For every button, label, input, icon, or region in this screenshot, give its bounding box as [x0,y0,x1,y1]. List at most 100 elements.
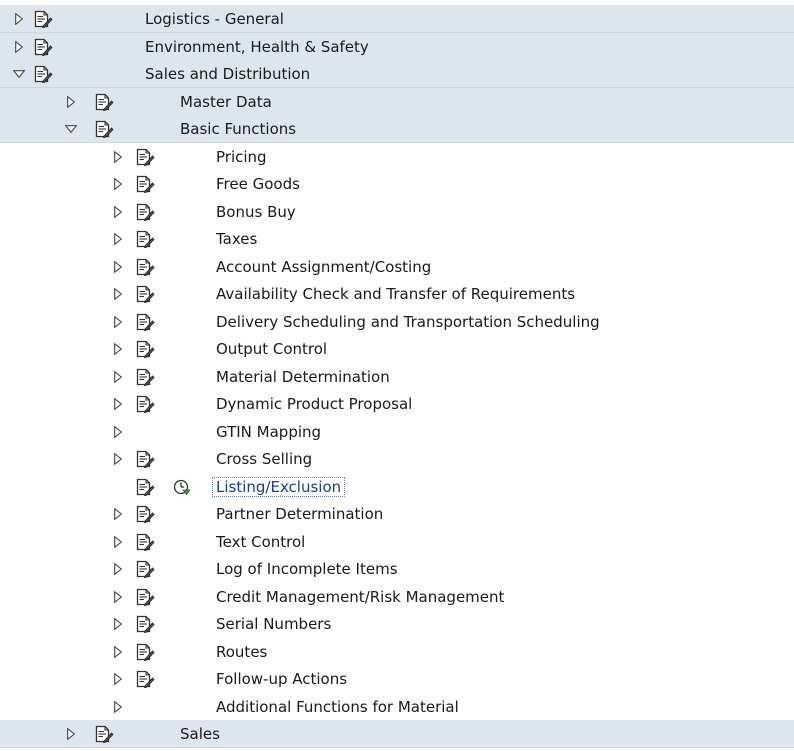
expand-triangle-icon[interactable] [111,528,125,556]
documentation-icon[interactable] [135,478,155,496]
tree-node[interactable]: Availability Check and Transfer of Requi… [0,280,794,308]
tree-node-label[interactable]: Sales [180,720,220,748]
expand-triangle-icon[interactable] [111,418,125,446]
documentation-icon[interactable] [135,588,155,606]
tree-node-label[interactable]: Dynamic Product Proposal [216,390,412,418]
tree-node[interactable]: Account Assignment/Costing [0,253,794,281]
tree-node-label[interactable]: Partner Determination [216,500,383,528]
documentation-icon[interactable] [135,368,155,386]
tree-node[interactable]: Sales [0,720,794,748]
tree-node-label[interactable]: Cross Selling [216,445,312,473]
tree-node[interactable]: Master Data [0,87,794,116]
tree-node-label[interactable]: Sales and Distribution [145,60,310,88]
tree-node-label[interactable]: Pricing [216,143,267,171]
tree-node-label[interactable]: Routes [216,638,267,666]
tree-node[interactable]: Additional Functions for Material [0,693,794,721]
tree-node[interactable]: Serial Numbers [0,610,794,638]
tree-node-label[interactable]: Availability Check and Transfer of Requi… [216,280,575,308]
tree-node[interactable]: Logistics - General [0,5,794,33]
tree-node[interactable]: Environment, Health & Safety [0,32,794,61]
expand-triangle-icon[interactable] [111,363,125,391]
documentation-icon[interactable] [94,93,114,111]
tree-node[interactable]: Cross Selling [0,445,794,473]
tree-node[interactable]: Bonus Buy [0,198,794,226]
tree-node-label[interactable]: Master Data [180,88,272,116]
expand-triangle-icon[interactable] [111,253,125,281]
tree-node[interactable]: Basic Functions [0,115,794,143]
expand-triangle-icon[interactable] [111,610,125,638]
tree-node-label[interactable]: Additional Functions for Material [216,693,459,721]
tree-node[interactable]: Log of Incomplete Items [0,555,794,583]
expand-triangle-icon[interactable] [111,335,125,363]
tree-node[interactable]: Partner Determination [0,500,794,528]
expand-triangle-icon[interactable] [111,198,125,226]
documentation-icon[interactable] [94,120,114,139]
tree-node-label[interactable]: Free Goods [216,170,300,198]
documentation-icon[interactable] [135,450,155,469]
expand-triangle-icon[interactable] [111,555,125,583]
tree-node[interactable]: Free Goods [0,170,794,198]
collapse-triangle-icon[interactable] [12,60,26,88]
documentation-icon[interactable] [135,285,155,304]
expand-triangle-icon[interactable] [111,445,125,473]
documentation-icon[interactable] [135,395,155,414]
expand-triangle-icon[interactable] [64,88,78,116]
documentation-icon[interactable] [135,560,155,579]
tree-node[interactable]: Taxes [0,225,794,253]
expand-triangle-icon[interactable] [111,390,125,418]
tree-node[interactable]: Credit Management/Risk Management [0,583,794,611]
expand-triangle-icon[interactable] [111,170,125,198]
collapse-triangle-icon[interactable] [64,115,78,143]
expand-triangle-icon[interactable] [111,280,125,308]
tree-node-label[interactable]: Bonus Buy [216,198,296,226]
tree-node[interactable]: Pricing [0,143,794,171]
documentation-icon[interactable] [33,38,53,56]
tree-node-label[interactable]: Material Determination [216,363,390,391]
documentation-icon[interactable] [135,203,155,221]
documentation-icon[interactable] [135,148,155,166]
tree-node[interactable]: Text Control [0,528,794,556]
documentation-icon[interactable] [94,725,114,744]
documentation-icon[interactable] [33,65,53,84]
tree-node[interactable]: Follow-up Actions [0,665,794,693]
tree-node-label[interactable]: Delivery Scheduling and Transportation S… [216,308,600,336]
tree-node[interactable]: Sales and Distribution [0,60,794,88]
expand-triangle-icon[interactable] [111,583,125,611]
expand-triangle-icon[interactable] [111,225,125,253]
tree-node-label[interactable]: Logistics - General [145,5,284,33]
tree-node[interactable]: Material Determination [0,363,794,391]
tree-node-label[interactable]: GTIN Mapping [216,418,321,446]
documentation-icon[interactable] [135,340,155,359]
documentation-icon[interactable] [135,258,155,276]
documentation-icon[interactable] [135,313,155,331]
expand-triangle-icon[interactable] [111,638,125,666]
tree-node-label[interactable]: Text Control [216,528,305,556]
expand-triangle-icon[interactable] [111,500,125,528]
tree-node[interactable]: Routes [0,638,794,666]
expand-triangle-icon[interactable] [12,33,26,61]
tree-node[interactable]: GTIN Mapping [0,418,794,446]
tree-node-label[interactable]: Taxes [216,225,257,253]
documentation-icon[interactable] [135,175,155,194]
tree-node[interactable]: Output Control [0,335,794,363]
expand-triangle-icon[interactable] [12,5,26,33]
tree-node-label[interactable]: Output Control [216,335,327,363]
expand-triangle-icon[interactable] [111,693,125,721]
tree-node-label[interactable]: Environment, Health & Safety [145,33,369,61]
tree-node-label[interactable]: Serial Numbers [216,610,331,638]
tree-node-label[interactable]: Account Assignment/Costing [216,253,431,281]
tree-node[interactable]: Listing/Exclusion [0,473,794,501]
expand-triangle-icon[interactable] [64,720,78,748]
tree-node-label[interactable]: Follow-up Actions [216,665,347,693]
expand-triangle-icon[interactable] [111,308,125,336]
documentation-icon[interactable] [135,643,155,661]
documentation-icon[interactable] [135,230,155,249]
documentation-icon[interactable] [135,505,155,524]
tree-node-label[interactable]: Basic Functions [180,115,296,143]
tree-node[interactable]: Dynamic Product Proposal [0,390,794,418]
documentation-icon[interactable] [33,10,53,29]
tree-node-label[interactable]: Log of Incomplete Items [216,555,398,583]
expand-triangle-icon[interactable] [111,143,125,171]
documentation-icon[interactable] [135,533,155,551]
expand-triangle-icon[interactable] [111,665,125,693]
